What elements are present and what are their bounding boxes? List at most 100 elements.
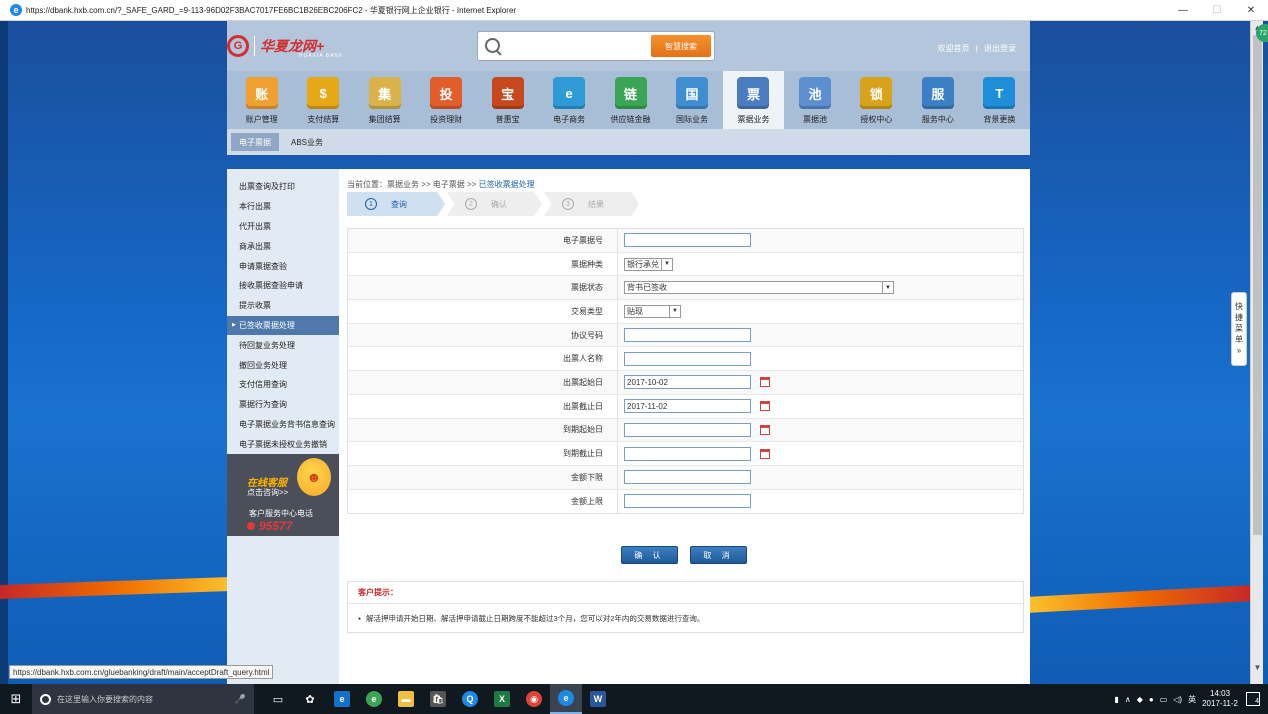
nav-item[interactable]: T 背景更换 bbox=[969, 71, 1030, 129]
nav-item[interactable]: 投投资理财 bbox=[415, 71, 476, 129]
sidebar-item[interactable]: 待回复业务处理 bbox=[227, 335, 339, 355]
bill-no-label: 电子票据号 bbox=[348, 229, 618, 252]
form-row: 交易类型 贴现 ▼ bbox=[348, 300, 1023, 324]
internet-explorer-icon[interactable]: e bbox=[550, 684, 582, 714]
browser-360-icon[interactable]: e bbox=[358, 684, 390, 714]
maximize-button[interactable]: ☐ bbox=[1200, 0, 1234, 20]
online-service-banner[interactable]: 在线客服 点击咨询>> ☻ 客户服务中心电话 95577 bbox=[227, 454, 339, 536]
confirm-button[interactable]: 确 认 bbox=[621, 546, 678, 564]
chevron-down-icon: ▼ bbox=[661, 258, 672, 270]
calendar-icon[interactable] bbox=[760, 377, 770, 388]
breadcrumb-path: 当前位置：票据业务 >> 电子票据 >> bbox=[347, 180, 479, 189]
issue-end-input[interactable]: 2017-11-02 bbox=[624, 399, 751, 414]
nav-item[interactable]: 池票据池 bbox=[784, 71, 845, 129]
pinwheel-app-icon[interactable]: ✿ bbox=[294, 684, 326, 714]
nav-item-label: 服务中心 bbox=[921, 115, 954, 124]
issue-start-label: 出票起始日 bbox=[348, 371, 618, 394]
sidebar-item[interactable]: 支付信用查询 bbox=[227, 375, 339, 395]
notification-center-icon[interactable]: 4 bbox=[1246, 692, 1260, 706]
nav-item[interactable]: 宝普惠宝 bbox=[477, 71, 538, 129]
chrome-icon[interactable]: ◉ bbox=[518, 684, 550, 714]
cortana-icon bbox=[40, 693, 51, 705]
bill-type-select[interactable]: 银行承兑 ▼ bbox=[624, 257, 673, 271]
amount-max-label: 金额上限 bbox=[348, 489, 618, 514]
calendar-icon[interactable] bbox=[760, 448, 770, 459]
trade-type-select[interactable]: 贴现 ▼ bbox=[624, 304, 681, 318]
calendar-icon[interactable] bbox=[760, 401, 770, 412]
nav-item[interactable]: 账账户管理 bbox=[231, 71, 292, 129]
search-input[interactable] bbox=[506, 33, 651, 59]
drawer-name-input[interactable] bbox=[624, 351, 751, 366]
welcome-link[interactable]: 欢迎首页 bbox=[937, 44, 969, 53]
logout-link[interactable]: 退出登录 bbox=[984, 44, 1016, 53]
smart-search-button[interactable]: 智慧搜索 bbox=[651, 35, 711, 57]
bill-no-input[interactable] bbox=[624, 233, 751, 248]
sidebar-item[interactable]: 票据行为查询 bbox=[227, 395, 339, 415]
scroll-thumb[interactable] bbox=[1253, 35, 1262, 535]
ime-indicator[interactable]: 英 bbox=[1188, 694, 1196, 705]
sidebar-item[interactable]: 电子票据业务背书信息查询 bbox=[227, 415, 339, 435]
excel-icon[interactable]: X bbox=[486, 684, 518, 714]
sidebar-item[interactable]: 电子票据未授权业务撤销 bbox=[227, 434, 339, 454]
volume-icon[interactable]: ◁) bbox=[1173, 695, 1182, 704]
sidebar-item[interactable]: 代开出票 bbox=[227, 217, 339, 237]
online-service-subtitle: 点击咨询>> bbox=[247, 488, 289, 497]
windows-start-icon[interactable]: ⊞ bbox=[0, 684, 32, 714]
nav-item[interactable]: 票票据业务 bbox=[722, 71, 785, 129]
chevron-down-icon: ▼ bbox=[882, 282, 893, 294]
tray-app-icon[interactable]: ◆ bbox=[1137, 695, 1143, 704]
amount-min-input[interactable] bbox=[624, 470, 751, 485]
clock[interactable]: 14:03 2017-11-2 bbox=[1202, 689, 1238, 709]
side-badge[interactable]: 72 bbox=[1256, 24, 1268, 42]
supply-chain-icon: 链 bbox=[614, 77, 647, 109]
scroll-down-icon[interactable]: ▼ bbox=[1251, 661, 1264, 673]
subnav-item-e-bill[interactable]: 电子票据 bbox=[231, 133, 279, 151]
nav-item[interactable]: 服服务中心 bbox=[907, 71, 968, 129]
sidebar-item[interactable]: 申请票据查验 bbox=[227, 256, 339, 276]
minimize-button[interactable]: — bbox=[1166, 0, 1200, 20]
nav-item[interactable]: 锁授权中心 bbox=[846, 71, 907, 129]
sidebar-item[interactable]: 提示收票 bbox=[227, 296, 339, 316]
agreement-no-input[interactable] bbox=[624, 328, 751, 343]
nav-item[interactable]: 国国际业务 bbox=[661, 71, 722, 129]
sidebar: 出票查询及打印本行出票代开出票商承出票申请票据查验接收票据查验申请提示收票已签收… bbox=[227, 169, 339, 684]
due-end-input[interactable] bbox=[624, 446, 751, 461]
sidebar-item[interactable]: 接收票据查验申请 bbox=[227, 276, 339, 296]
amount-max-input[interactable] bbox=[624, 494, 751, 509]
store-icon[interactable]: 🛍 bbox=[422, 684, 454, 714]
quick-menu[interactable]: 快 捷 菜 单 » bbox=[1231, 292, 1247, 366]
sidebar-item[interactable]: 撤回业务处理 bbox=[227, 355, 339, 375]
issue-end-label: 出票截止日 bbox=[348, 394, 618, 418]
task-view-icon[interactable]: ▭ bbox=[262, 684, 294, 714]
browser-scrollbar[interactable]: ▲ ▼ bbox=[1250, 21, 1263, 684]
sidebar-item[interactable]: 出票查询及打印 bbox=[227, 177, 339, 197]
word-icon[interactable]: W bbox=[582, 684, 614, 714]
chevron-down-icon: ▼ bbox=[669, 305, 680, 317]
tray-app-icon[interactable]: ▮ bbox=[1114, 695, 1118, 704]
quick-menu-char: 捷 bbox=[1235, 313, 1243, 322]
due-start-input[interactable] bbox=[624, 422, 751, 437]
taskbar-search[interactable]: 在这里输入你要搜索的内容 🎤 bbox=[32, 684, 254, 714]
qq-browser-icon[interactable]: Q bbox=[454, 684, 486, 714]
issue-start-input[interactable]: 2017-10-02 bbox=[624, 375, 751, 390]
tray-expand-icon[interactable]: ∧ bbox=[1125, 695, 1131, 704]
sidebar-item[interactable]: 商承出票 bbox=[227, 236, 339, 256]
sidebar-item[interactable]: 已签收票据处理 bbox=[227, 315, 339, 336]
nav-item[interactable]: e 电子商务 bbox=[538, 71, 599, 129]
search-icon[interactable] bbox=[478, 32, 506, 60]
network-icon[interactable]: ▭ bbox=[1160, 695, 1168, 704]
sidebar-item[interactable]: 本行出票 bbox=[227, 197, 339, 217]
cancel-button[interactable]: 取 消 bbox=[690, 546, 747, 564]
agreement-no-label: 协议号码 bbox=[348, 323, 618, 347]
microphone-icon[interactable]: 🎤 bbox=[235, 694, 246, 705]
bill-status-select[interactable]: 背书已签收 ▼ bbox=[624, 281, 894, 295]
edge-icon[interactable]: e bbox=[326, 684, 358, 714]
nav-item[interactable]: 链供应链金融 bbox=[600, 71, 661, 129]
calendar-icon[interactable] bbox=[760, 424, 770, 435]
file-explorer-icon[interactable]: ▬ bbox=[390, 684, 422, 714]
tray-app-icon[interactable]: ● bbox=[1149, 695, 1154, 704]
nav-item[interactable]: $ 支付结算 bbox=[292, 71, 353, 129]
nav-item[interactable]: 集集团结算 bbox=[354, 71, 415, 129]
close-button[interactable]: ✕ bbox=[1234, 0, 1268, 20]
subnav-item-abs[interactable]: ABS业务 bbox=[283, 133, 331, 151]
